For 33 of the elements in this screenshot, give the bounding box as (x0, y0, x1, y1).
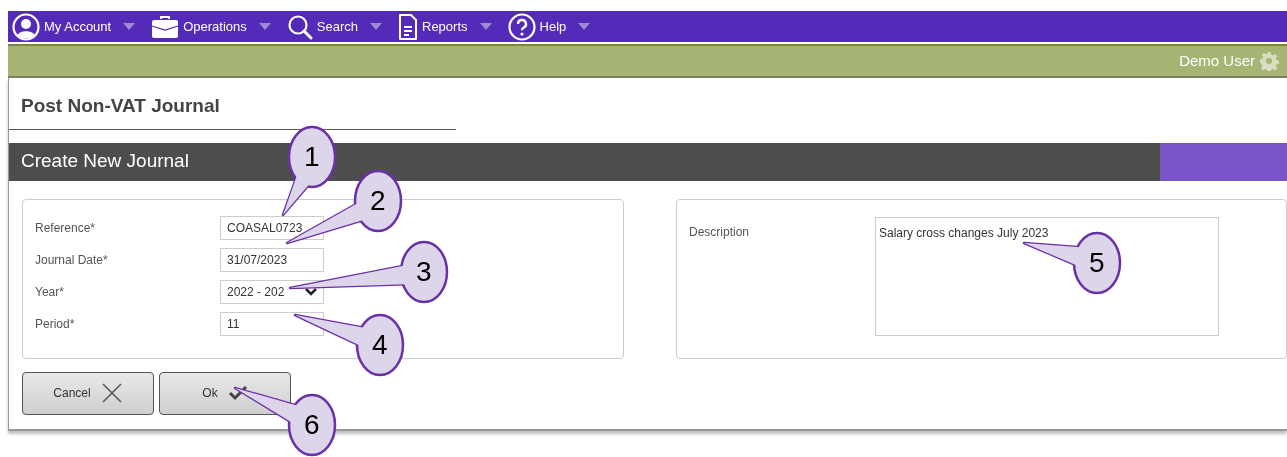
page-title: Post Non-VAT Journal (21, 94, 221, 118)
user-name: Demo User (1179, 50, 1255, 71)
year-select[interactable]: 2022 - 202 (220, 279, 324, 304)
field-label: Reference* (35, 219, 97, 237)
field-label: Year* (35, 283, 65, 301)
section-title: Create New Journal (21, 149, 189, 174)
text-field[interactable]: 11 (220, 311, 324, 336)
nav-menu-item[interactable]: Search (286, 13, 358, 40)
caret-icon (578, 23, 591, 30)
callout-number: 1 (304, 143, 320, 171)
nav-menu-item[interactable]: Reports (398, 12, 468, 41)
caret-icon (479, 23, 492, 30)
field-label: Journal Date* (35, 251, 109, 269)
nav-menu-item[interactable]: My Account (12, 12, 112, 41)
close-icon (100, 382, 123, 404)
field-label: Period* (35, 315, 76, 333)
checkmark-icon (227, 385, 248, 401)
chevron-down-icon (305, 287, 317, 296)
cancel-button[interactable]: Cancel (22, 371, 154, 415)
callout-number: 2 (370, 187, 386, 215)
caret-icon (370, 23, 382, 30)
callout-number: 4 (372, 331, 388, 359)
field-label: Description (689, 223, 751, 241)
caret-icon (123, 23, 136, 30)
caret-icon (258, 23, 271, 30)
callout-number: 5 (1089, 249, 1105, 277)
callout-number: 3 (416, 258, 432, 286)
nav-menu-item[interactable]: Help (507, 12, 567, 41)
briefcase-icon (151, 14, 180, 39)
text-field[interactable]: 31/07/2023 (220, 247, 324, 272)
gear-icon[interactable] (1259, 51, 1279, 71)
callout-number: 6 (304, 411, 320, 439)
nav-menu-item[interactable]: Operations (151, 14, 247, 39)
